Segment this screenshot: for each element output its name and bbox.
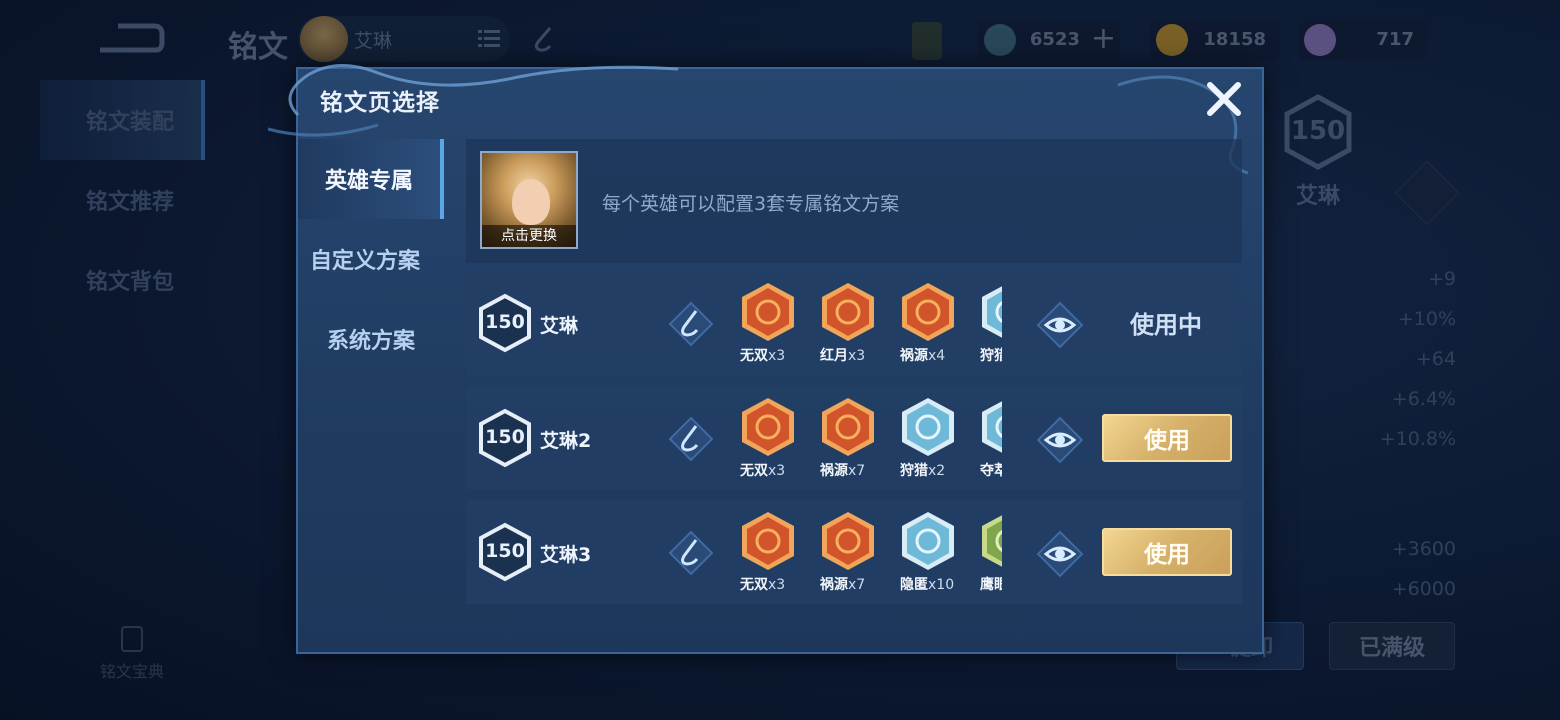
rune-page-select-dialog: 铭文页选择 英雄专属 自定义方案 系统方案 点击更换 每个英雄可以配置3套专属铭…	[267, 63, 1264, 654]
rune-label: 隐匿x10	[900, 574, 980, 594]
rune-item: 红月x3	[820, 281, 900, 367]
plan-row[interactable]: 150 艾琳2 无双x3 祸源x7 狩猎x2 夺萃 使用	[466, 386, 1242, 490]
rune-red-icon	[742, 512, 794, 570]
plan-name: 艾琳2	[540, 430, 592, 452]
rune-red-icon	[822, 283, 874, 341]
hero-portrait[interactable]: 点击更换	[480, 151, 578, 249]
rune-item: 鹰眼	[980, 510, 1002, 596]
close-icon[interactable]	[1202, 77, 1246, 121]
dialog-title: 铭文页选择	[320, 90, 440, 116]
plan-category-tabs: 英雄专属 自定义方案 系统方案	[298, 139, 444, 379]
eye-icon[interactable]	[1036, 530, 1084, 578]
rune-count: x3	[848, 348, 866, 364]
brush-icon[interactable]	[668, 530, 714, 576]
plan-row[interactable]: 150 艾琳 无双x3 红月x3 祸源x4 狩猎 使用中	[466, 271, 1242, 375]
change-hero-caption: 点击更换	[482, 225, 576, 247]
hero-card-description: 每个英雄可以配置3套专属铭文方案	[602, 193, 900, 215]
brush-icon[interactable]	[668, 416, 714, 462]
rune-label: 狩猎x2	[900, 460, 980, 480]
eye-icon[interactable]	[1036, 416, 1084, 464]
rune-item: 隐匿x10	[900, 510, 980, 596]
rune-item: 祸源x7	[820, 510, 900, 596]
plan-level: 150	[485, 540, 525, 562]
rune-item: 无双x3	[740, 396, 820, 482]
rune-item: 无双x3	[740, 510, 820, 596]
rune-red-icon	[742, 283, 794, 341]
rune-item: 夺萃	[980, 396, 1002, 482]
hero-face	[512, 179, 550, 225]
rune-label: 祸源x7	[820, 574, 900, 594]
rune-label: 无双x3	[740, 460, 820, 480]
rune-count: x7	[848, 463, 866, 479]
rune-count: x3	[768, 577, 786, 593]
tab-hero-exclusive[interactable]: 英雄专属	[298, 139, 444, 219]
plan-level: 150	[485, 311, 525, 333]
rune-count: x2	[928, 463, 946, 479]
rune-name: 隐匿	[900, 577, 928, 593]
rune-green-icon	[982, 515, 1002, 567]
rune-count: x3	[768, 463, 786, 479]
in-use-status: 使用中	[1130, 311, 1202, 339]
plan-name: 艾琳3	[540, 544, 592, 566]
rune-label: 红月x3	[820, 345, 900, 365]
rune-list: 无双x3 红月x3 祸源x4 狩猎	[740, 281, 1002, 367]
plan-level: 150	[485, 426, 525, 448]
rune-label: 狩猎	[980, 345, 1002, 365]
rune-name: 无双	[740, 348, 768, 364]
brush-icon[interactable]	[668, 301, 714, 347]
rune-blue-icon	[982, 286, 1002, 338]
plan-name: 艾琳	[540, 315, 579, 337]
rune-label: 无双x3	[740, 345, 820, 365]
rune-label: 祸源x7	[820, 460, 900, 480]
rune-name: 祸源	[820, 577, 848, 593]
rune-count: x3	[768, 348, 786, 364]
rune-label: 夺萃	[980, 460, 1002, 480]
rune-red-icon	[902, 283, 954, 341]
rune-name: 鹰眼	[980, 577, 1002, 593]
rune-label: 鹰眼	[980, 574, 1002, 594]
rune-item: 无双x3	[740, 281, 820, 367]
plan-row[interactable]: 150 艾琳3 无双x3 祸源x7 隐匿x10 鹰眼 使用	[466, 500, 1242, 604]
rune-count: x7	[848, 577, 866, 593]
rune-name: 夺萃	[980, 463, 1002, 479]
rune-name: 无双	[740, 577, 768, 593]
use-button[interactable]: 使用	[1102, 528, 1232, 576]
rune-name: 红月	[820, 348, 848, 364]
rune-item: 祸源x7	[820, 396, 900, 482]
rune-red-icon	[822, 512, 874, 570]
eye-icon[interactable]	[1036, 301, 1084, 349]
rune-count: x4	[928, 348, 946, 364]
rune-list: 无双x3 祸源x7 狩猎x2 夺萃	[740, 396, 1002, 482]
rune-red-icon	[822, 398, 874, 456]
rune-blue-icon	[982, 401, 1002, 453]
rune-name: 狩猎	[980, 348, 1002, 364]
rune-name: 无双	[740, 463, 768, 479]
rune-name: 祸源	[820, 463, 848, 479]
rune-label: 无双x3	[740, 574, 820, 594]
rune-item: 狩猎	[980, 281, 1002, 367]
rune-blue-icon	[902, 398, 954, 456]
rune-name: 狩猎	[900, 463, 928, 479]
rune-blue-icon	[902, 512, 954, 570]
tab-system-plan[interactable]: 系统方案	[298, 299, 444, 379]
tab-custom-plan[interactable]: 自定义方案	[298, 219, 444, 299]
rune-label: 祸源x4	[900, 345, 980, 365]
rune-count: x10	[928, 577, 955, 593]
use-button[interactable]: 使用	[1102, 414, 1232, 462]
rune-name: 祸源	[900, 348, 928, 364]
rune-red-icon	[742, 398, 794, 456]
rune-item: 狩猎x2	[900, 396, 980, 482]
rune-item: 祸源x4	[900, 281, 980, 367]
hero-card: 点击更换 每个英雄可以配置3套专属铭文方案	[466, 139, 1242, 263]
rune-list: 无双x3 祸源x7 隐匿x10 鹰眼	[740, 510, 1002, 596]
